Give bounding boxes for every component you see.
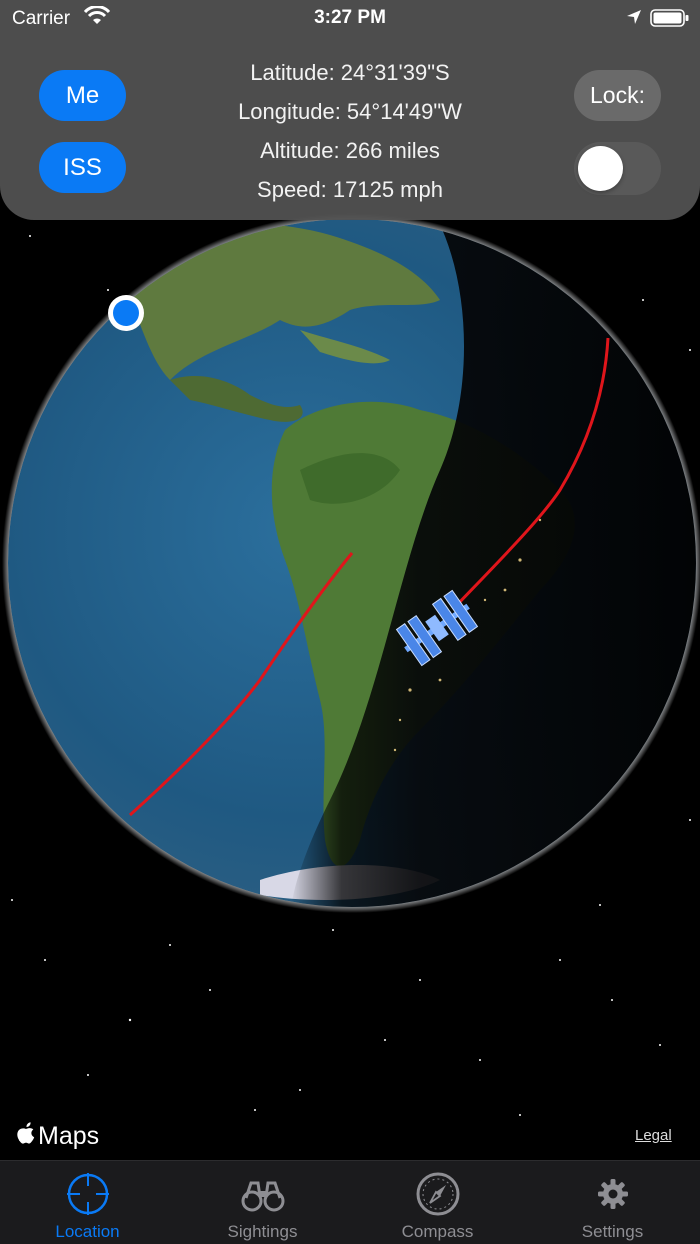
compass-icon xyxy=(350,1171,525,1217)
apple-icon xyxy=(16,1121,36,1152)
lock-toggle[interactable] xyxy=(574,142,661,195)
lock-label: Lock: xyxy=(574,70,661,121)
battery-icon xyxy=(650,8,690,33)
me-button[interactable]: Me xyxy=(39,70,126,121)
tab-bar: Location Sightings Compass Settings xyxy=(0,1160,700,1244)
legal-link[interactable]: Legal xyxy=(635,1127,672,1144)
tab-label-sightings: Sightings xyxy=(227,1222,298,1241)
status-bar: Carrier 3:27 PM xyxy=(0,0,700,38)
user-location-dot xyxy=(108,295,144,331)
iss-button[interactable]: ISS xyxy=(39,142,126,193)
tab-sightings[interactable]: Sightings xyxy=(175,1161,350,1244)
altitude-text: Altitude: 266 miles xyxy=(260,138,440,163)
tab-label-settings: Settings xyxy=(581,1222,644,1241)
location-arrow-icon xyxy=(626,9,642,30)
speed-text: Speed: 17125 mph xyxy=(257,177,443,202)
longitude-text: Longitude: 54°14'49"W xyxy=(238,99,462,124)
toggle-knob xyxy=(578,146,623,191)
maps-attribution: Maps xyxy=(38,1122,100,1150)
latitude-text: Latitude: 24°31'39"S xyxy=(250,60,450,85)
tab-location[interactable]: Location xyxy=(0,1161,175,1244)
apple-maps-logo: Maps xyxy=(16,1121,99,1152)
gear-icon xyxy=(525,1171,700,1217)
clock: 3:27 PM xyxy=(314,7,386,28)
tab-label-compass: Compass xyxy=(401,1222,474,1241)
tab-label-location: Location xyxy=(55,1222,120,1241)
tab-settings[interactable]: Settings xyxy=(525,1161,700,1244)
crosshair-icon xyxy=(0,1171,175,1217)
tab-compass[interactable]: Compass xyxy=(350,1161,525,1244)
binoculars-icon xyxy=(175,1171,350,1217)
